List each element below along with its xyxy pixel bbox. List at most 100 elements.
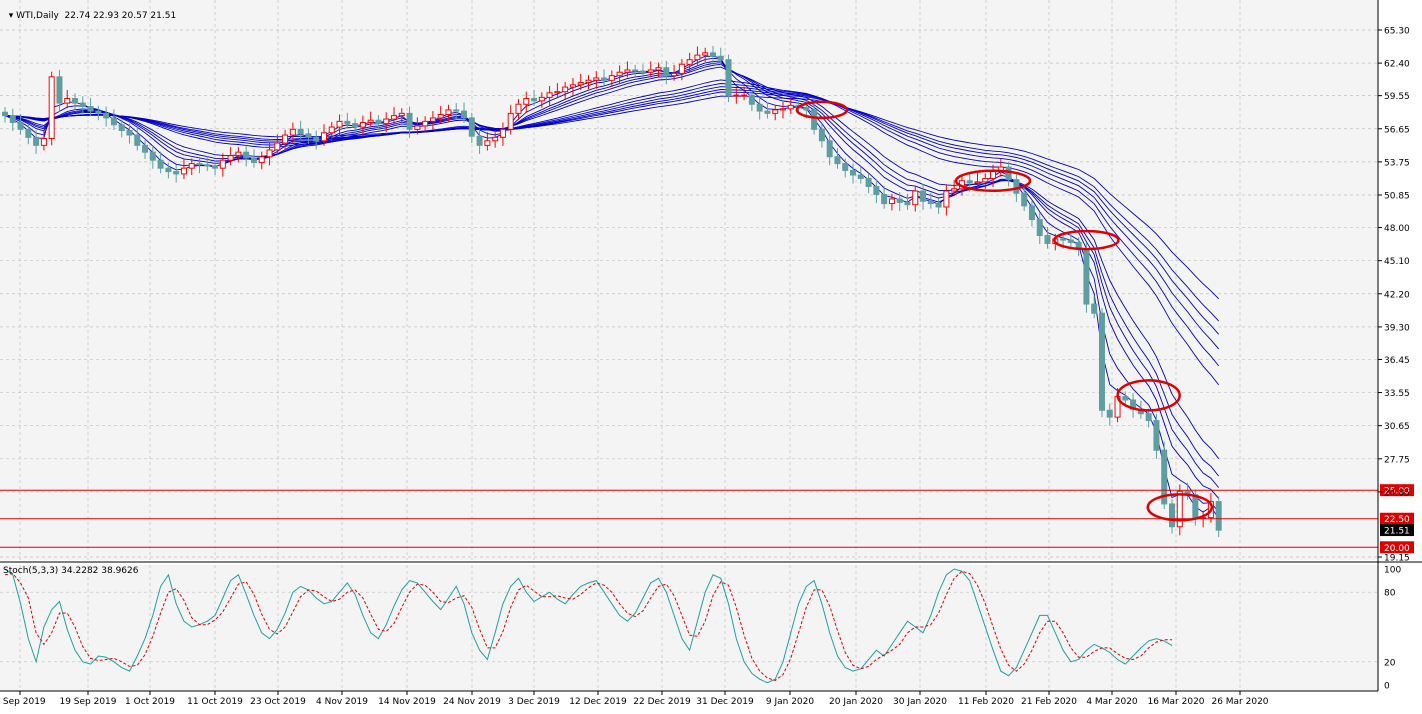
candle-bear <box>165 167 172 173</box>
candle-bull <box>188 163 195 169</box>
candle-bear <box>1067 239 1074 243</box>
date-tick-label: 12 Dec 2019 <box>569 697 627 707</box>
candle-bear <box>1098 312 1105 411</box>
price-tick-label: 36.45 <box>1384 356 1410 366</box>
candle-bull <box>686 59 693 65</box>
candle-bear <box>834 156 841 165</box>
candle-bear <box>1060 238 1067 241</box>
candle-bear <box>305 133 312 138</box>
candle-bear <box>17 121 24 130</box>
candle-bull <box>227 155 234 161</box>
candle-bear <box>865 177 872 187</box>
candle-bear <box>453 109 460 112</box>
candle-bear <box>243 151 250 159</box>
date-tick-label: 11 Oct 2019 <box>187 697 243 707</box>
candle-bull <box>398 112 405 117</box>
candle-bull <box>219 159 226 169</box>
candle-bear <box>927 200 934 205</box>
price-tick-label: 62.40 <box>1384 60 1410 70</box>
date-tick-label: 30 Jan 2020 <box>893 697 947 707</box>
candle-bear <box>56 76 63 104</box>
candle-bear <box>1192 494 1199 520</box>
candle-bull <box>741 94 748 97</box>
candle-bull <box>359 121 366 128</box>
candle-bull <box>235 151 242 157</box>
candle-bull <box>282 134 289 144</box>
candle-bear <box>709 52 716 57</box>
price-tick-label: 24.85 <box>1384 488 1410 498</box>
candle-bull <box>538 96 545 102</box>
candle-bull <box>499 128 506 138</box>
candle-bear <box>33 136 40 146</box>
price-tick-label: 59.55 <box>1384 92 1410 102</box>
date-tick-label: 14 Nov 2019 <box>378 697 436 707</box>
candle-bear <box>639 70 646 73</box>
candle-bear <box>1106 409 1113 418</box>
candle-bear <box>1091 303 1098 314</box>
chart-header: ▾ WTI,Daily 22.74 22.93 20.57 21.51 <box>3 1 176 21</box>
candle-bull <box>982 177 989 183</box>
candle-bear <box>881 193 888 205</box>
candle-bull <box>507 112 514 130</box>
candle-bear <box>9 115 16 123</box>
candle-bear <box>1122 396 1129 401</box>
level-tag-label: 22.50 <box>1384 515 1410 525</box>
candle-bear <box>842 163 849 171</box>
candle-bull <box>320 132 327 142</box>
candle-bull <box>367 119 374 123</box>
candle-bull <box>274 142 281 151</box>
candle-bull <box>678 63 685 74</box>
candle-bull <box>336 120 343 128</box>
candle-bull <box>974 181 981 184</box>
date-tick-label: 4 Nov 2019 <box>316 697 368 707</box>
candle-bull <box>383 118 390 125</box>
candle-bull <box>484 140 491 146</box>
candle-bull <box>289 128 296 136</box>
candle-bear <box>406 112 413 130</box>
date-tick-label: 3 Dec 2019 <box>508 697 560 707</box>
stoch-header: Stoch(5,3,3) 34.2282 38.9626 <box>3 566 139 576</box>
date-tick-label: 24 Nov 2019 <box>443 697 501 707</box>
stoch-tick-label: 0 <box>1384 682 1390 692</box>
price-tick-label: 56.65 <box>1384 125 1410 135</box>
date-tick-label: 1 Oct 2019 <box>125 697 175 707</box>
candle-bull <box>437 114 444 119</box>
candle-bear <box>126 129 133 136</box>
candle-bear <box>966 180 973 184</box>
price-tick-label: 30.65 <box>1384 422 1410 432</box>
candle-bull <box>624 69 631 73</box>
candle-bull <box>180 167 187 175</box>
candle-bear <box>1145 413 1152 422</box>
candle-bull <box>554 91 561 94</box>
date-tick-label: 16 Mar 2020 <box>1147 697 1204 707</box>
candle-bull <box>445 109 452 116</box>
candle-bear <box>2 111 8 117</box>
candle-bear <box>601 77 608 81</box>
candle-bull <box>616 71 623 77</box>
candle-bear <box>250 157 257 163</box>
candle-bear <box>748 94 755 105</box>
candle-bear <box>818 128 825 142</box>
candle-bear <box>173 171 180 175</box>
candle-bear <box>826 140 833 158</box>
time-axis: 9 Sep 2019 19 Sep 2019 1 Oct 2019 11 Oct 20… <box>0 691 1269 707</box>
price-tick-label: 33.55 <box>1384 389 1410 399</box>
candle-bear <box>468 117 475 137</box>
candle-bear <box>1153 420 1160 451</box>
wti-chart[interactable]: 25.0022.5020.00 65.3062.4059.5556.6553.7… <box>0 0 1422 714</box>
candle-bull <box>655 67 662 71</box>
candle-bull <box>694 54 701 61</box>
candle-bear <box>1044 235 1051 245</box>
candle-bull <box>671 72 678 77</box>
date-tick-label: 4 Mar 2020 <box>1086 697 1138 707</box>
candle-bull <box>912 190 919 206</box>
ohlc-values: 22.74 22.93 20.57 21.51 <box>64 11 177 21</box>
candle-bear <box>212 165 219 169</box>
candle-bear <box>717 55 724 61</box>
candle-bear <box>531 98 538 102</box>
candle-bear <box>873 185 880 195</box>
candle-bear <box>803 107 810 111</box>
candle-bear <box>1036 219 1043 237</box>
candle-bull <box>585 79 592 84</box>
candle-bear <box>461 110 468 119</box>
